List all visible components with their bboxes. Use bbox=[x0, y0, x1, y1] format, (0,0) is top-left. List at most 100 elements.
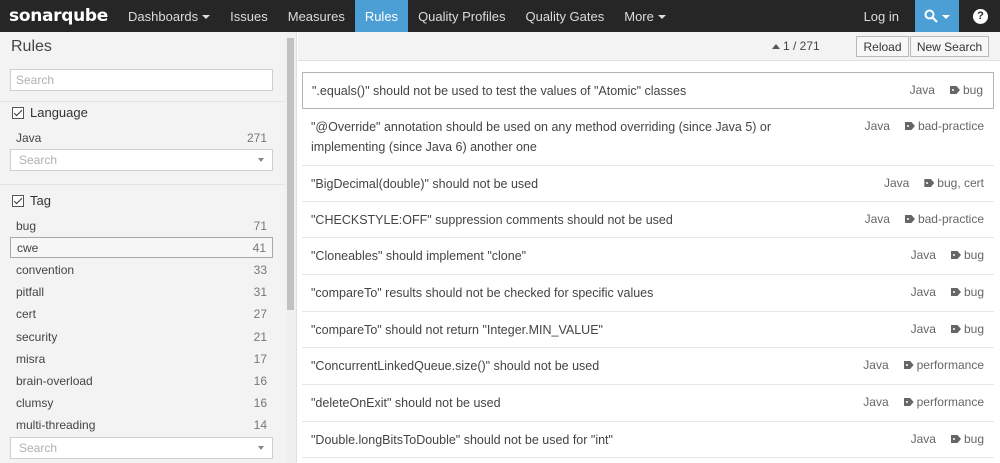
rule-title: "CHECKSTYLE:OFF" suppression comments sh… bbox=[311, 213, 673, 227]
nav-rules-label: Rules bbox=[364, 8, 399, 24]
rule-language: Java bbox=[910, 432, 936, 446]
nav-more[interactable]: More bbox=[614, 0, 676, 32]
facet-item-cert[interactable]: cert 27 bbox=[10, 303, 273, 324]
tag-icon bbox=[949, 86, 960, 94]
facet-item-label: bug bbox=[16, 218, 37, 233]
facet-item-security[interactable]: security 21 bbox=[10, 326, 273, 347]
rule-tags: bug bbox=[963, 248, 984, 262]
facet-item-misra[interactable]: misra 17 bbox=[10, 348, 273, 369]
facet-item-count: 271 bbox=[246, 130, 267, 145]
help-button[interactable]: ? bbox=[963, 0, 1000, 32]
sidebar-scrollbar-thumb[interactable] bbox=[287, 38, 294, 310]
rule-tags: bug bbox=[963, 285, 984, 299]
rule-title: "@Override" annotation should be used on… bbox=[311, 120, 772, 134]
chevron-down-icon bbox=[657, 14, 666, 19]
rule-title: "Cloneables" should implement "clone" bbox=[311, 249, 527, 263]
rule-language: Java bbox=[864, 119, 890, 133]
login-label: Log in bbox=[863, 8, 899, 24]
nav-quality-gates-label: Quality Gates bbox=[525, 8, 605, 24]
rule-item[interactable]: "ConcurrentLinkedQueue.size()" should no… bbox=[302, 348, 994, 385]
nav-rules[interactable]: Rules bbox=[354, 0, 409, 32]
rule-item[interactable]: ".equals()" should not be used to test t… bbox=[302, 72, 994, 109]
chevron-down-icon bbox=[942, 14, 950, 19]
nav-quality-gates[interactable]: Quality Gates bbox=[515, 0, 614, 32]
rule-tags: bug bbox=[962, 83, 983, 97]
nav-more-label: More bbox=[624, 8, 654, 24]
nav-dashboards[interactable]: Dashboards bbox=[118, 0, 220, 32]
tag-search-select[interactable]: Search bbox=[10, 437, 273, 459]
facet-tag-header[interactable]: Tag bbox=[12, 193, 51, 208]
facet-item-label: clumsy bbox=[16, 395, 54, 410]
nav-measures[interactable]: Measures bbox=[278, 0, 355, 32]
tag-icon bbox=[950, 435, 961, 443]
rule-title: "deleteOnExit" should not be used bbox=[311, 396, 501, 410]
new-search-button[interactable]: New Search bbox=[910, 36, 989, 57]
rule-item[interactable]: "compareTo" should not return "Integer.M… bbox=[302, 312, 994, 348]
rule-tags: bug bbox=[963, 322, 984, 336]
language-search-select[interactable]: Search bbox=[10, 149, 273, 171]
rule-item[interactable]: "Cloneables" should implement "clone" Ja… bbox=[302, 238, 994, 275]
rule-title: "ConcurrentLinkedQueue.size()" should no… bbox=[311, 359, 600, 373]
facet-item-cwe[interactable]: cwe 41 bbox=[10, 237, 273, 258]
rule-title: ".equals()" should not be used to test t… bbox=[312, 84, 687, 98]
rule-item[interactable]: "BigDecimal(double)" should not be used … bbox=[302, 166, 994, 202]
checkbox-checked-icon bbox=[12, 106, 24, 119]
facet-item-java[interactable]: Java 271 bbox=[10, 127, 273, 148]
nav-measures-label: Measures bbox=[287, 8, 345, 24]
facet-item-brain-overload[interactable]: brain-overload 16 bbox=[10, 370, 273, 391]
facet-item-label: misra bbox=[16, 351, 46, 366]
facet-item-label: pitfall bbox=[16, 284, 45, 299]
facet-item-label: security bbox=[16, 329, 58, 344]
help-icon: ? bbox=[973, 8, 988, 24]
tag-icon bbox=[903, 398, 914, 406]
checkbox-checked-icon bbox=[12, 194, 24, 207]
tag-icon bbox=[950, 288, 961, 296]
reload-button[interactable]: Reload bbox=[856, 36, 909, 57]
login-link[interactable]: Log in bbox=[854, 0, 909, 32]
rule-item[interactable]: "compareTo" results should not be checke… bbox=[302, 275, 994, 312]
facet-item-multi-threading[interactable]: multi-threading 14 bbox=[10, 414, 273, 435]
select-placeholder: Search bbox=[19, 153, 58, 167]
rule-language: Java bbox=[910, 322, 936, 336]
rule-item[interactable]: "Double.longBitsToDouble" should not be … bbox=[302, 422, 994, 458]
nav-quality-profiles[interactable]: Quality Profiles bbox=[408, 0, 515, 32]
tag-icon bbox=[950, 325, 961, 333]
facet-item-convention[interactable]: convention 33 bbox=[10, 259, 273, 280]
rule-title: "BigDecimal(double)" should not be used bbox=[311, 177, 539, 191]
rule-language: Java bbox=[863, 395, 889, 409]
rule-tags: bad-practice bbox=[917, 212, 984, 226]
search-icon bbox=[924, 9, 938, 23]
facet-item-label: cwe bbox=[17, 240, 39, 255]
rule-title-continued: implementing (since Java 6) another one bbox=[311, 140, 537, 154]
sonarqube-logo[interactable]: sonar qube bbox=[0, 0, 118, 32]
tag-icon bbox=[904, 215, 915, 223]
pagination[interactable]: 1 / 271 bbox=[772, 39, 820, 53]
arrow-up-icon[interactable] bbox=[772, 43, 780, 49]
rule-item[interactable]: "@Override" annotation should be used on… bbox=[302, 109, 994, 166]
rule-item[interactable]: "deleteOnExit" should not be used Java pe… bbox=[302, 385, 994, 422]
facet-item-clumsy[interactable]: clumsy 16 bbox=[10, 392, 273, 413]
rule-tags: performance bbox=[916, 395, 984, 409]
facets-sidebar: Rules Search Language Java 271 Search Ta… bbox=[0, 32, 297, 463]
facet-language-label: Language bbox=[30, 105, 88, 120]
rule-title: "Double.longBitsToDouble" should not be … bbox=[311, 433, 613, 447]
nav-issues[interactable]: Issues bbox=[220, 0, 278, 32]
tag-icon bbox=[950, 251, 961, 259]
facet-item-bug[interactable]: bug 71 bbox=[10, 215, 273, 236]
facet-item-label: convention bbox=[16, 262, 75, 277]
tag-icon bbox=[924, 179, 935, 187]
tag-icon bbox=[904, 122, 915, 130]
rule-item[interactable]: "CHECKSTYLE:OFF" suppression comments sh… bbox=[302, 202, 994, 238]
logo-prefix: sonar bbox=[9, 6, 62, 26]
tag-icon bbox=[903, 361, 914, 369]
pager-text: 1 / 271 bbox=[783, 39, 820, 53]
facet-item-count: 16 bbox=[253, 395, 267, 410]
facet-language-header[interactable]: Language bbox=[12, 105, 88, 120]
facet-item-pitfall[interactable]: pitfall 31 bbox=[10, 281, 273, 302]
rules-search-input[interactable]: Search bbox=[10, 69, 273, 91]
global-search-button[interactable] bbox=[915, 0, 959, 32]
rule-language: Java bbox=[864, 212, 890, 226]
facet-item-label: Java bbox=[16, 130, 42, 145]
top-nav: sonar qube Dashboards Issues Measures Rul… bbox=[0, 0, 1000, 32]
facet-item-count: 41 bbox=[252, 240, 266, 255]
